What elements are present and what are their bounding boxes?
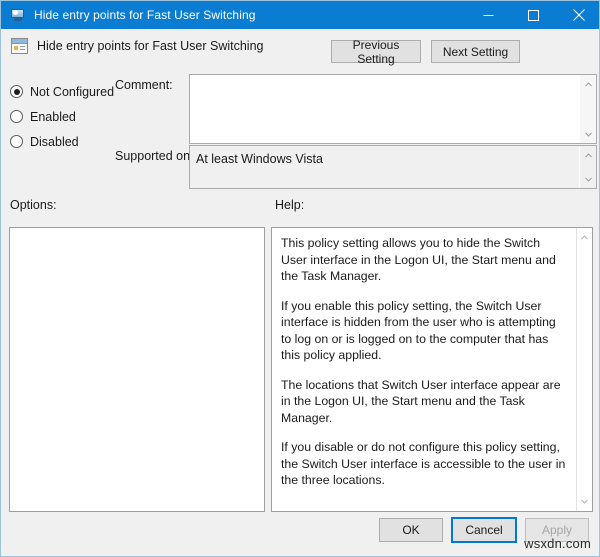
title-bar: Hide entry points for Fast User Switchin… (1, 1, 599, 29)
help-panel[interactable]: This policy setting allows you to hide t… (271, 227, 593, 512)
radio-enabled-indicator[interactable] (10, 110, 23, 123)
group-policy-setting-dialog: Hide entry points for Fast User Switchin… (0, 0, 600, 557)
minimize-icon[interactable] (466, 1, 511, 29)
window-controls (466, 1, 599, 29)
supported-on-field[interactable]: At least Windows Vista (189, 145, 597, 189)
radio-disabled-indicator[interactable] (10, 135, 23, 148)
radio-not-configured-label: Not Configured (30, 84, 115, 99)
supported-on-scroll-up-icon[interactable] (580, 147, 596, 163)
radio-not-configured-indicator[interactable] (10, 85, 23, 98)
options-panel-content (10, 228, 264, 511)
help-paragraph-1: This policy setting allows you to hide t… (281, 236, 556, 283)
next-setting-button[interactable]: Next Setting (431, 40, 520, 63)
help-paragraph-3: The locations that Switch User interface… (281, 377, 561, 425)
policy-title: Hide entry points for Fast User Switchin… (37, 38, 264, 53)
supported-on-label: Supported on: (115, 149, 194, 163)
help-scrollbar[interactable] (576, 228, 592, 511)
help-label: Help: (275, 198, 305, 212)
setting-nav-buttons: Previous Setting Next Setting (331, 38, 520, 66)
cancel-button[interactable]: Cancel (451, 517, 517, 543)
options-panel[interactable] (9, 227, 265, 512)
maximize-icon[interactable] (511, 1, 556, 29)
help-scroll-up-icon[interactable] (577, 230, 592, 245)
supported-on-scroll-down-icon[interactable] (580, 171, 596, 187)
close-icon[interactable] (556, 1, 599, 29)
radio-enabled-label: Enabled (30, 109, 76, 124)
comment-input[interactable] (189, 74, 597, 144)
comment-label: Comment: (115, 78, 173, 92)
help-text: This policy setting allows you to hide t… (272, 228, 576, 511)
previous-setting-button[interactable]: Previous Setting (331, 38, 421, 66)
help-scroll-down-icon[interactable] (577, 494, 592, 509)
comment-scroll-up-icon[interactable] (580, 76, 596, 92)
supported-on-value: At least Windows Vista (196, 152, 323, 166)
supported-on-scrollbar[interactable] (579, 146, 596, 188)
comment-scrollbar[interactable] (579, 75, 596, 143)
policy-setting-icon (11, 37, 28, 54)
radio-disabled[interactable]: Disabled (10, 129, 125, 154)
window-title: Hide entry points for Fast User Switchin… (34, 8, 256, 22)
comment-input-value[interactable] (190, 75, 579, 143)
help-paragraph-2: If you enable this policy setting, the S… (281, 298, 556, 363)
watermark: wsxdn.com (524, 536, 591, 551)
options-label: Options: (10, 198, 57, 212)
help-paragraph-4: If you disable or do not configure this … (281, 440, 566, 487)
radio-not-configured[interactable]: Not Configured (10, 79, 125, 104)
policy-state-radio-group: Not Configured Enabled Disabled (10, 79, 125, 154)
comment-scroll-down-icon[interactable] (580, 126, 596, 142)
ok-button[interactable]: OK (379, 518, 443, 542)
radio-enabled[interactable]: Enabled (10, 104, 125, 129)
radio-disabled-label: Disabled (30, 134, 79, 149)
fast-user-switching-icon (10, 7, 26, 23)
